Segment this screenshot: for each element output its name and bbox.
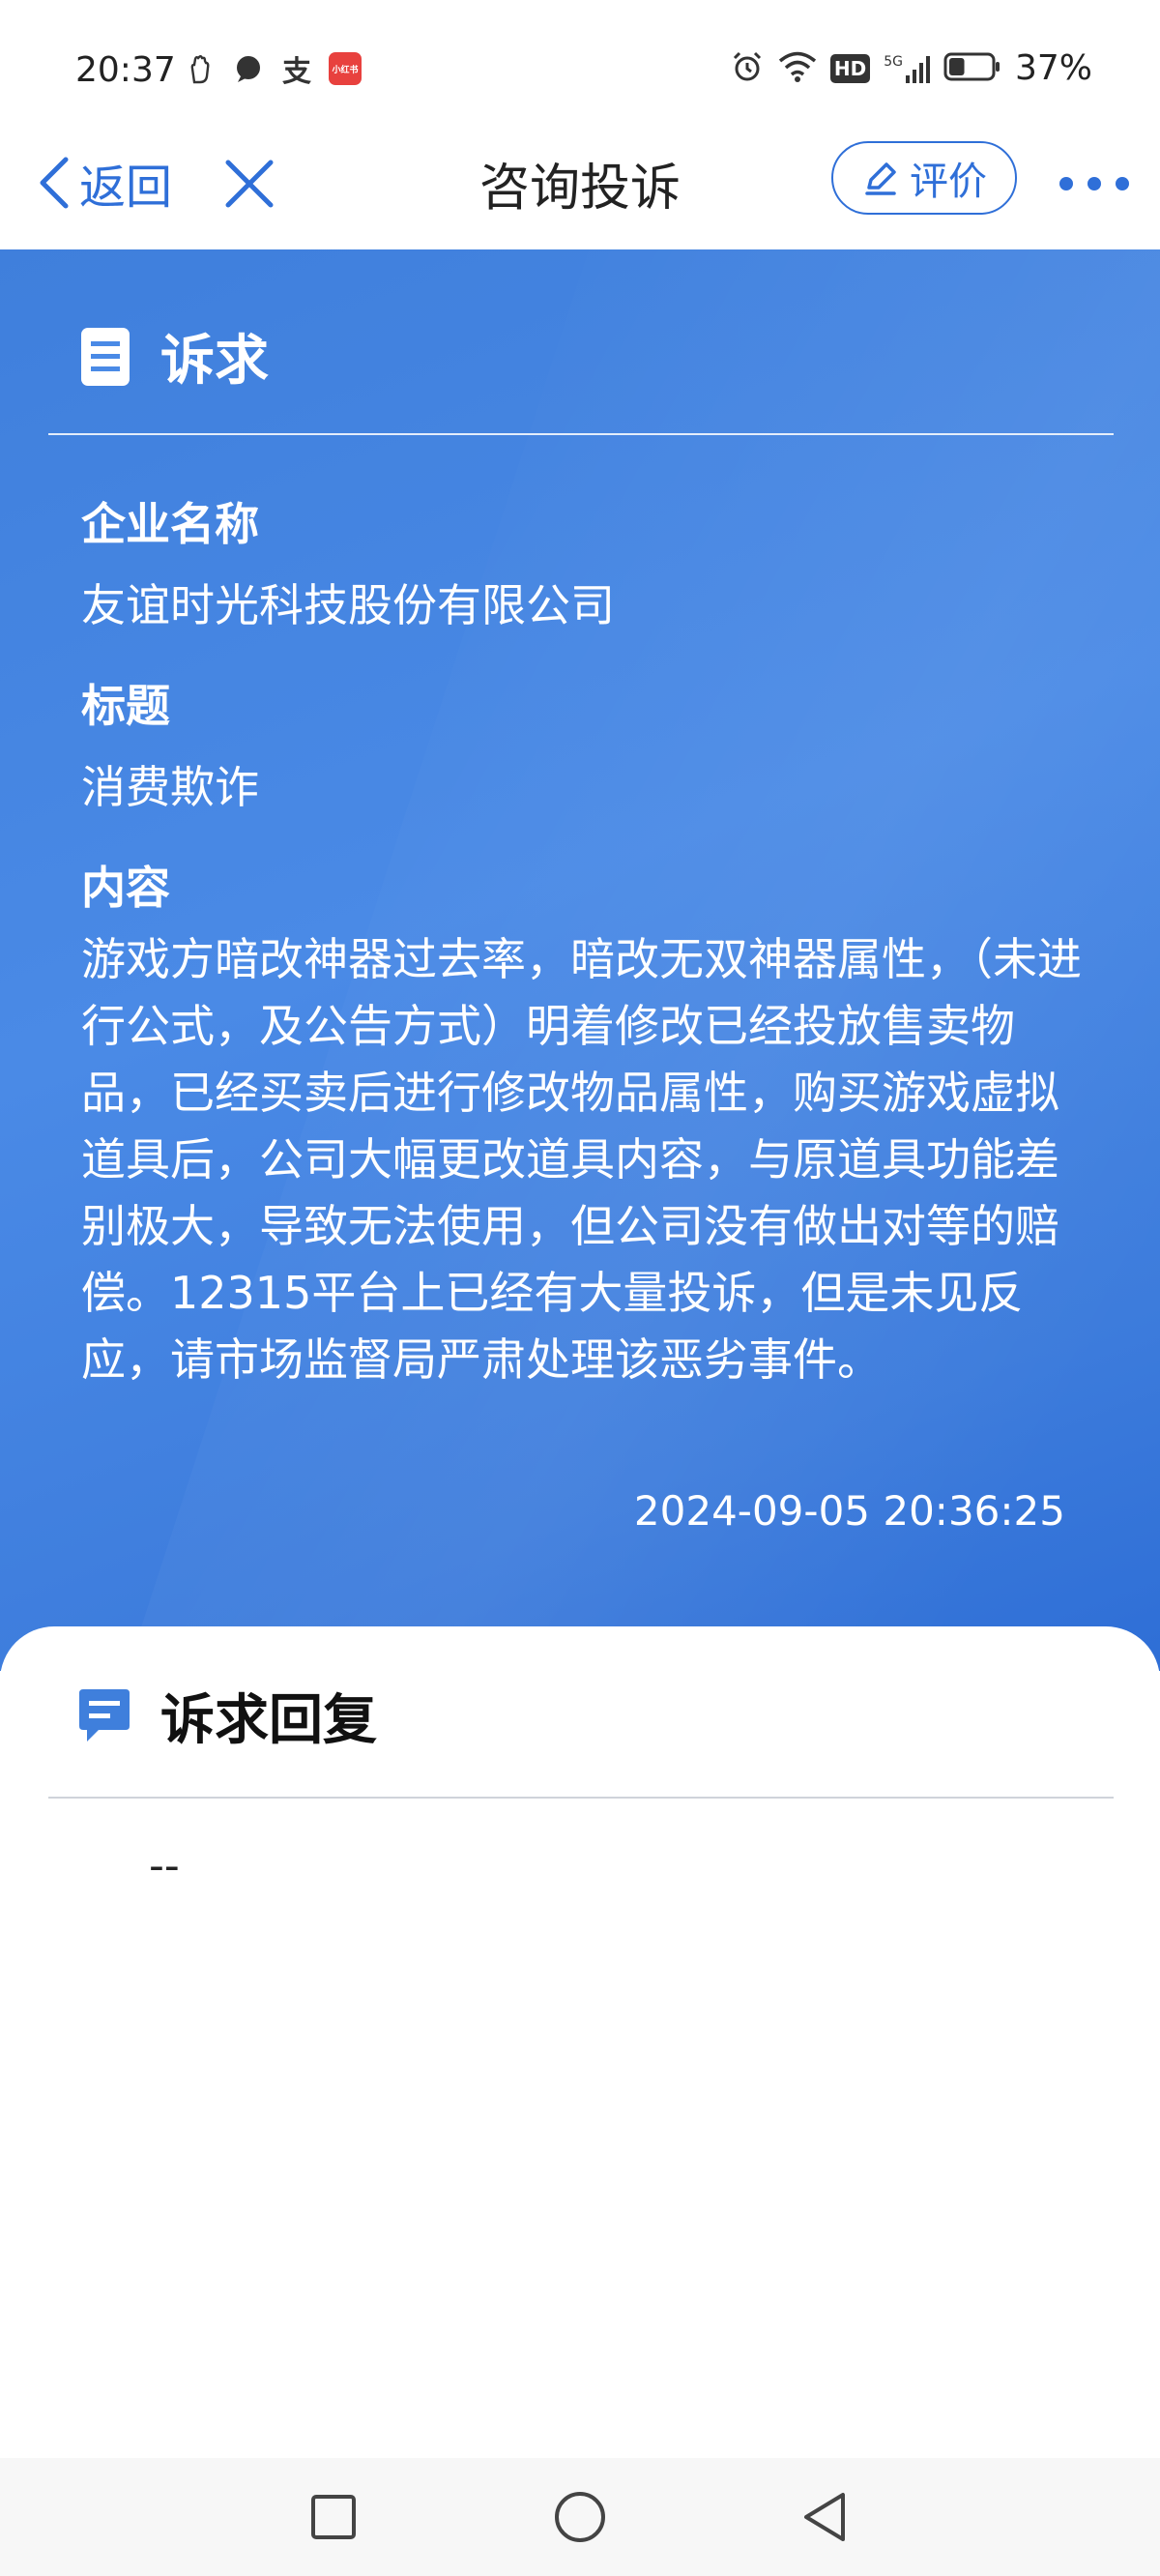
square-icon	[311, 2495, 356, 2539]
title-value: 消费欺诈	[81, 761, 259, 813]
title-label: 标题	[81, 680, 170, 732]
chat-icon	[232, 52, 265, 85]
triangle-back-icon	[804, 2493, 845, 2541]
edit-icon	[865, 162, 896, 195]
system-status-icons: HD 5G 37%	[730, 48, 1092, 88]
back-button[interactable]: 返回	[35, 149, 172, 217]
reply-value: --	[149, 1841, 180, 1890]
rate-label: 评价	[910, 160, 987, 204]
status-time: 20:37	[75, 50, 176, 90]
complaint-header: 诉求	[79, 317, 269, 395]
back-label: 返回	[79, 161, 173, 215]
divider	[48, 1797, 1114, 1799]
xiaohongshu-icon: 小红书	[329, 52, 362, 85]
hand-icon	[184, 52, 217, 85]
document-icon	[81, 327, 130, 386]
close-icon	[225, 160, 274, 208]
signal-icon: 5G	[884, 54, 930, 83]
alarm-icon	[730, 49, 765, 88]
divider	[48, 433, 1114, 435]
content-value: 游戏方暗改神器过去率，暗改无双神器属性，（未进行公式，及公告方式）明着修改已经投…	[81, 933, 1082, 1386]
complaint-title: 诉求	[160, 330, 269, 393]
complaint-section: 诉求 企业名称 友谊时光科技股份有限公司 标题 消费欺诈 内容 游戏方暗改神器过…	[0, 249, 1160, 1671]
battery-icon	[943, 51, 1001, 86]
recents-button[interactable]	[300, 2483, 367, 2551]
system-nav-bar	[0, 2458, 1160, 2576]
notification-icons: 支 小红书	[184, 52, 362, 89]
reply-header: 诉求回复	[77, 1677, 377, 1755]
nav-bar: 返回 咨询投诉 评价	[0, 126, 1160, 251]
status-bar: 20:37 支 小红书 HD 5G 37%	[0, 0, 1160, 126]
battery-percent: 37%	[1014, 48, 1092, 88]
alipay-icon: 支	[282, 55, 311, 89]
rate-button[interactable]: 评价	[831, 141, 1017, 215]
reply-section: 诉求回复 --	[0, 1626, 1160, 2458]
message-icon	[79, 1688, 130, 1742]
close-button[interactable]	[218, 153, 280, 215]
more-options-button[interactable]	[1059, 164, 1129, 203]
back-nav-button[interactable]	[793, 2483, 860, 2551]
more-icon	[1059, 177, 1073, 190]
hd-badge: HD	[829, 53, 871, 83]
reply-title: 诉求回复	[160, 1689, 377, 1752]
content-label: 内容	[81, 862, 170, 914]
chevron-left-icon	[40, 157, 69, 209]
wifi-icon	[778, 50, 817, 87]
circle-icon	[555, 2492, 605, 2542]
company-label: 企业名称	[81, 498, 259, 550]
home-button[interactable]	[546, 2483, 614, 2551]
complaint-timestamp: 2024-09-05 20:36:25	[633, 1487, 1065, 1535]
company-value: 友谊时光科技股份有限公司	[81, 579, 615, 631]
